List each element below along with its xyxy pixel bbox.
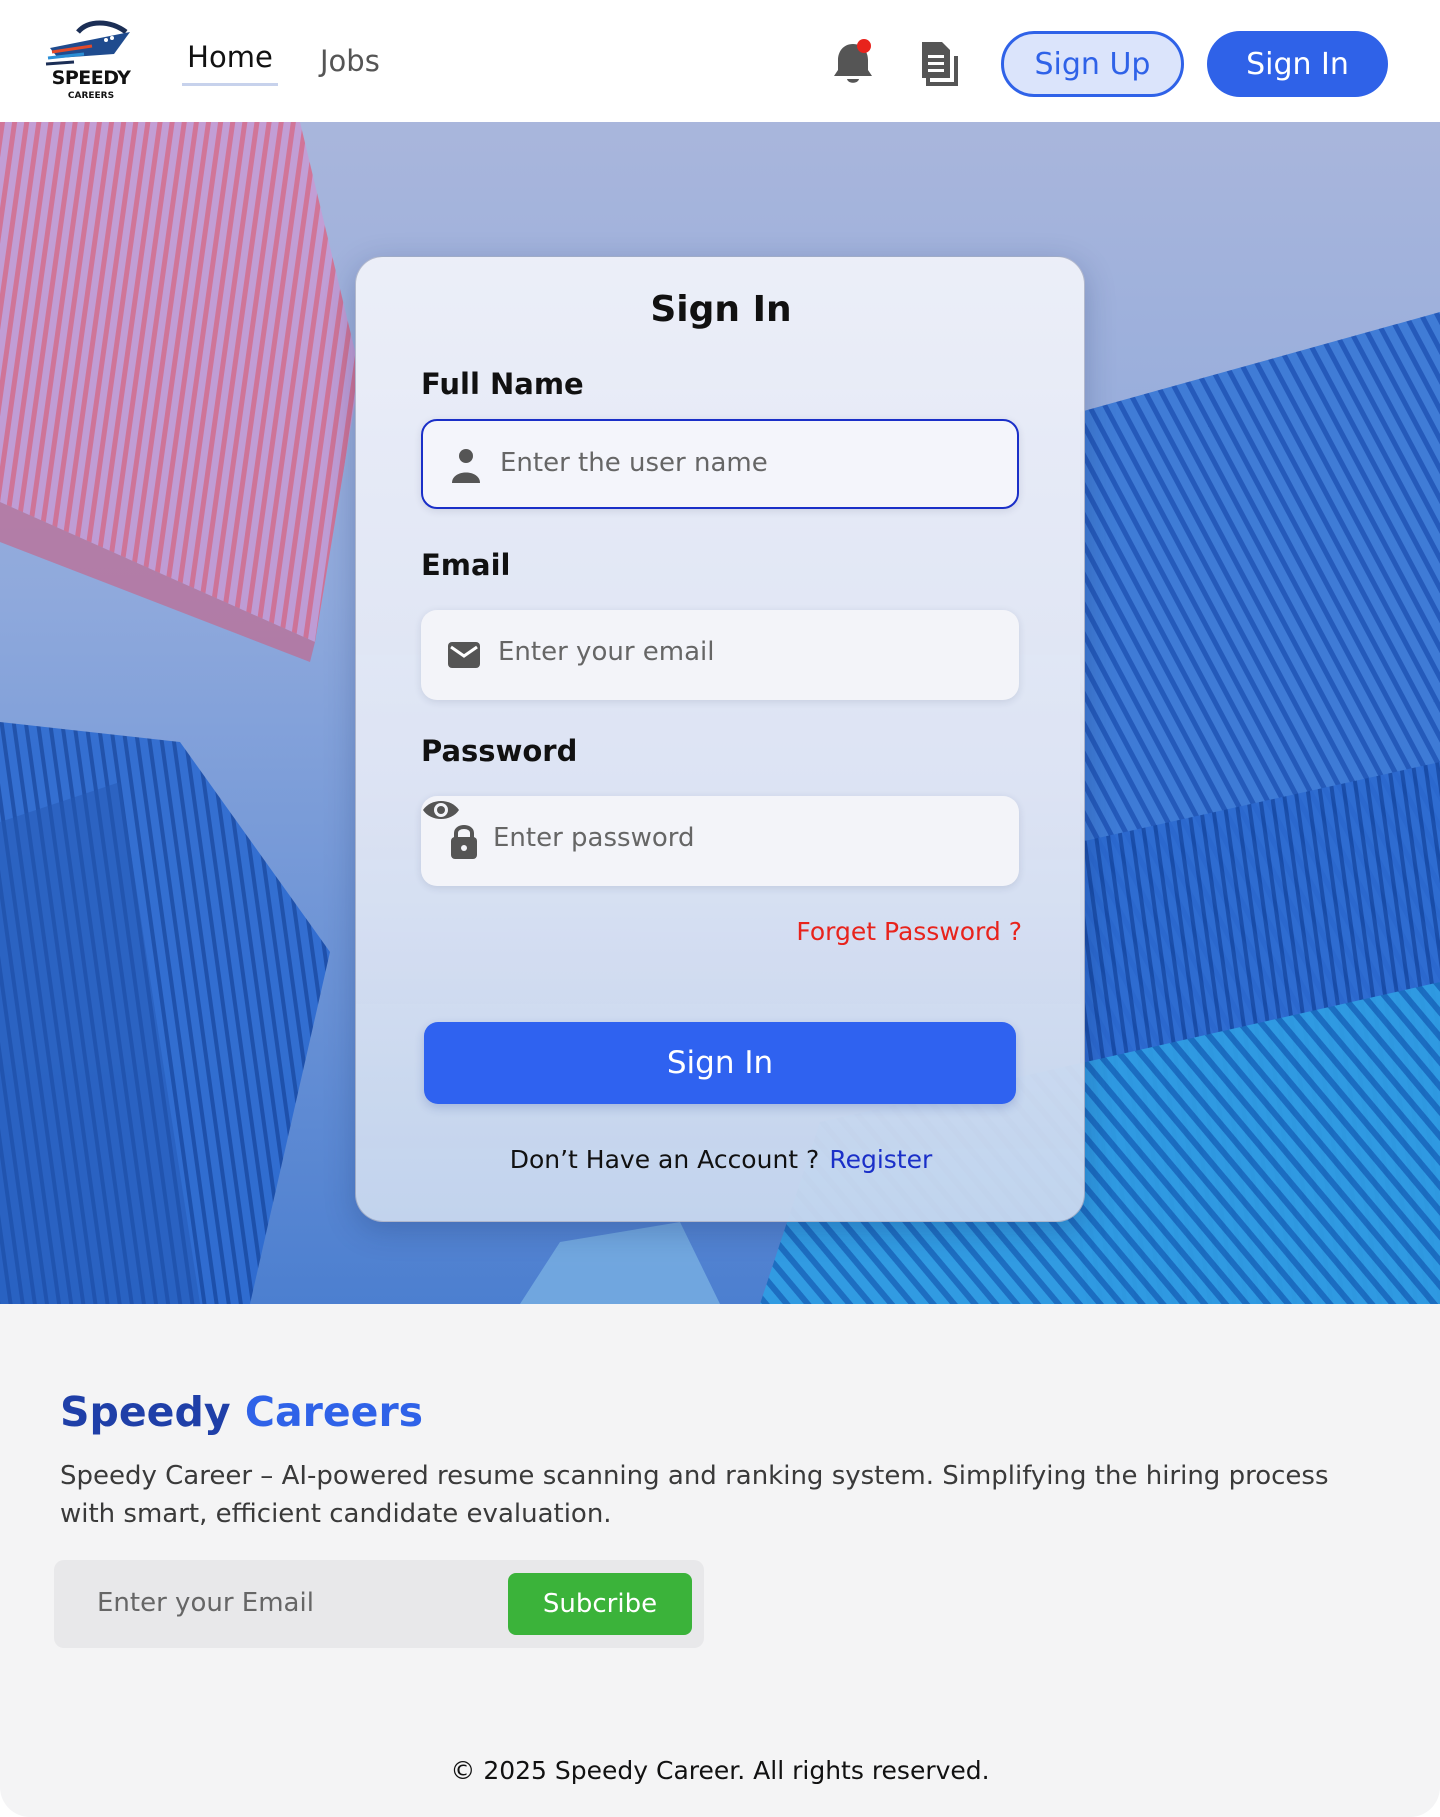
hero-section: Sign In Full Name Enter the user name Em… xyxy=(0,122,1440,1304)
footer-brand: Speedy Careers xyxy=(60,1388,423,1436)
register-link[interactable]: Register xyxy=(829,1145,932,1174)
bell-icon[interactable] xyxy=(832,38,874,86)
register-row: Don’t Have an Account ? Register xyxy=(356,1145,1086,1174)
document-icon[interactable] xyxy=(918,40,960,86)
header-sign-in-button[interactable]: Sign In xyxy=(1207,31,1388,97)
password-label: Password xyxy=(421,734,578,768)
logo-subtext: CAREERS xyxy=(67,91,115,101)
sign-in-card: Sign In Full Name Enter the user name Em… xyxy=(355,256,1085,1222)
email-field[interactable]: Enter your email xyxy=(421,610,1019,700)
sign-in-submit-button[interactable]: Sign In xyxy=(424,1022,1016,1104)
subscribe-button[interactable]: Subcribe xyxy=(508,1573,692,1635)
notification-dot xyxy=(857,39,871,53)
brand-part-2: Careers xyxy=(244,1388,424,1436)
forgot-password-link[interactable]: Forget Password ? xyxy=(796,917,1022,946)
full-name-field[interactable]: Enter the user name xyxy=(421,419,1019,509)
lock-icon xyxy=(451,825,477,859)
brand-part-1: Speedy xyxy=(60,1388,231,1436)
user-icon xyxy=(452,449,480,483)
no-account-text: Don’t Have an Account ? xyxy=(509,1145,820,1174)
footer: Speedy Careers Speedy Career – AI-powere… xyxy=(0,1304,1440,1817)
full-name-placeholder: Enter the user name xyxy=(500,448,768,478)
nav-jobs[interactable]: Jobs xyxy=(320,44,380,78)
password-field[interactable]: Enter password xyxy=(421,796,1019,886)
eye-icon[interactable] xyxy=(421,796,461,824)
newsletter-form: Enter your Email Subcribe xyxy=(54,1560,704,1648)
email-placeholder: Enter your email xyxy=(498,637,715,667)
newsletter-email-input[interactable]: Enter your Email xyxy=(97,1588,314,1618)
email-label: Email xyxy=(421,548,511,582)
full-name-label: Full Name xyxy=(421,367,584,401)
card-title: Sign In xyxy=(650,289,792,330)
sign-up-button[interactable]: Sign Up xyxy=(1001,31,1184,97)
logo-text: SPEEDY xyxy=(51,67,131,89)
nav-home[interactable]: Home xyxy=(182,40,278,86)
password-placeholder: Enter password xyxy=(493,823,695,853)
speedy-careers-logo[interactable]: SPEEDY CAREERS xyxy=(44,18,138,106)
mail-icon xyxy=(448,642,480,668)
logo-icon xyxy=(45,20,130,66)
copyright-text: © 2025 Speedy Career. All rights reserve… xyxy=(450,1756,990,1785)
top-navbar: SPEEDY CAREERS Home Jobs Sign Up Sign In xyxy=(0,0,1440,122)
footer-description: Speedy Career – AI-powered resume scanni… xyxy=(60,1461,1329,1529)
